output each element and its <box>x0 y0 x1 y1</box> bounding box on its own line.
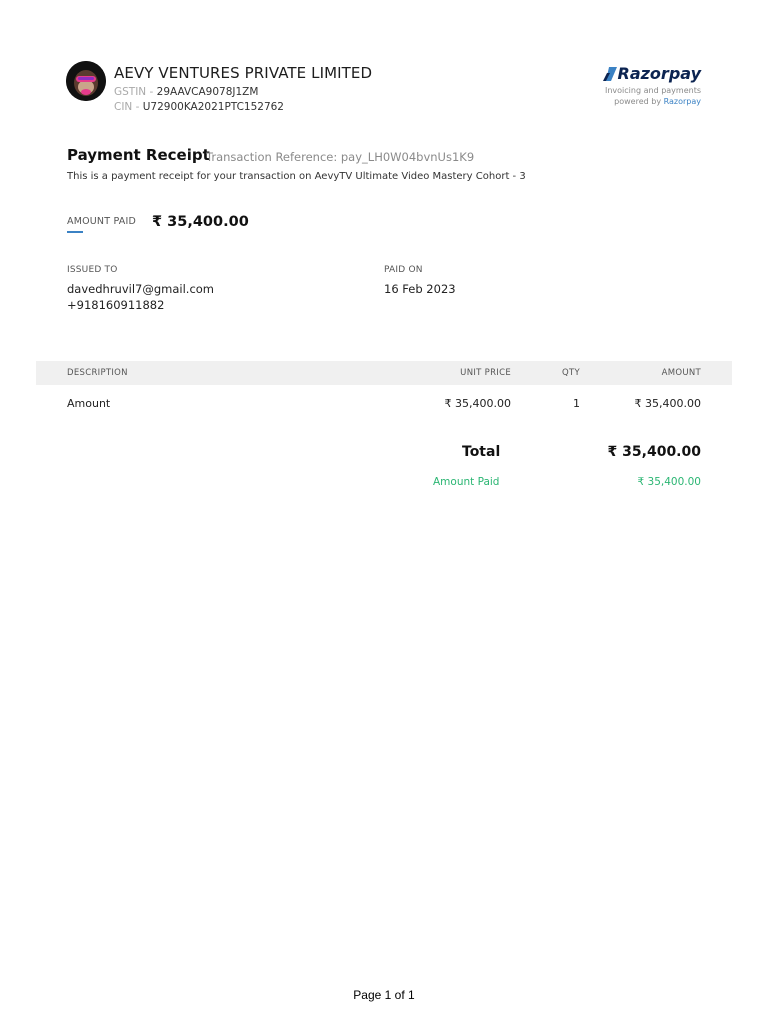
amount-paid-row-label: Amount Paid <box>433 476 500 488</box>
column-header-qty: QTY <box>562 368 580 378</box>
razorpay-tagline: Invoicing and payments powered by Razorp… <box>605 85 701 107</box>
row-amount: ₹ 35,400.00 <box>634 397 701 410</box>
row-description: Amount <box>67 397 111 410</box>
amount-paid-row-value: ₹ 35,400.00 <box>637 476 701 488</box>
gstin-line: GSTIN - 29AAVCA9078J1ZM <box>114 86 258 98</box>
issued-to-label: ISSUED TO <box>67 265 118 275</box>
paid-on-label: PAID ON <box>384 265 423 275</box>
powered-by-label: powered by <box>614 97 664 106</box>
cin-value: U72900KA2021PTC152762 <box>142 101 284 113</box>
amount-paid-underline <box>67 231 83 233</box>
razorpay-link[interactable]: Razorpay <box>664 97 701 106</box>
total-value: ₹ 35,400.00 <box>607 444 701 460</box>
column-header-unit-price: UNIT PRICE <box>460 368 511 378</box>
transaction-reference: Transaction Reference: pay_LH0W04bvnUs1K… <box>206 150 475 164</box>
page-number: Page 1 of 1 <box>353 988 415 1002</box>
monkey-avatar-icon <box>66 61 106 101</box>
amount-paid-value: ₹ 35,400.00 <box>152 214 249 230</box>
cin-line: CIN - U72900KA2021PTC152762 <box>114 101 284 113</box>
razorpay-tagline-line2: powered by Razorpay <box>605 96 701 107</box>
row-qty: 1 <box>573 397 580 410</box>
table-header-row <box>36 361 732 385</box>
razorpay-mark-icon <box>602 66 617 81</box>
column-header-description: DESCRIPTION <box>67 368 128 378</box>
column-header-amount: AMOUNT <box>661 368 701 378</box>
row-unit-price: ₹ 35,400.00 <box>444 397 511 410</box>
receipt-title: Payment Receipt <box>67 146 210 164</box>
company-logo <box>66 61 106 101</box>
paid-on-date: 16 Feb 2023 <box>384 282 456 296</box>
gstin-label: GSTIN - <box>114 86 157 98</box>
total-label: Total <box>462 444 501 460</box>
company-name: AEVY VENTURES PRIVATE LIMITED <box>114 64 373 82</box>
razorpay-brand-name: Razorpay <box>617 64 702 83</box>
issued-to-email: davedhruvil7@gmail.com <box>67 282 215 296</box>
razorpay-tagline-line1: Invoicing and payments <box>605 86 701 95</box>
issued-to-phone: +918160911882 <box>67 298 165 312</box>
gstin-value: 29AAVCA9078J1ZM <box>156 86 259 98</box>
razorpay-logo: Razorpay <box>602 64 702 83</box>
amount-paid-label: AMOUNT PAID <box>67 216 136 227</box>
receipt-description: This is a payment receipt for your trans… <box>67 171 526 182</box>
cin-label: CIN - <box>114 101 143 113</box>
